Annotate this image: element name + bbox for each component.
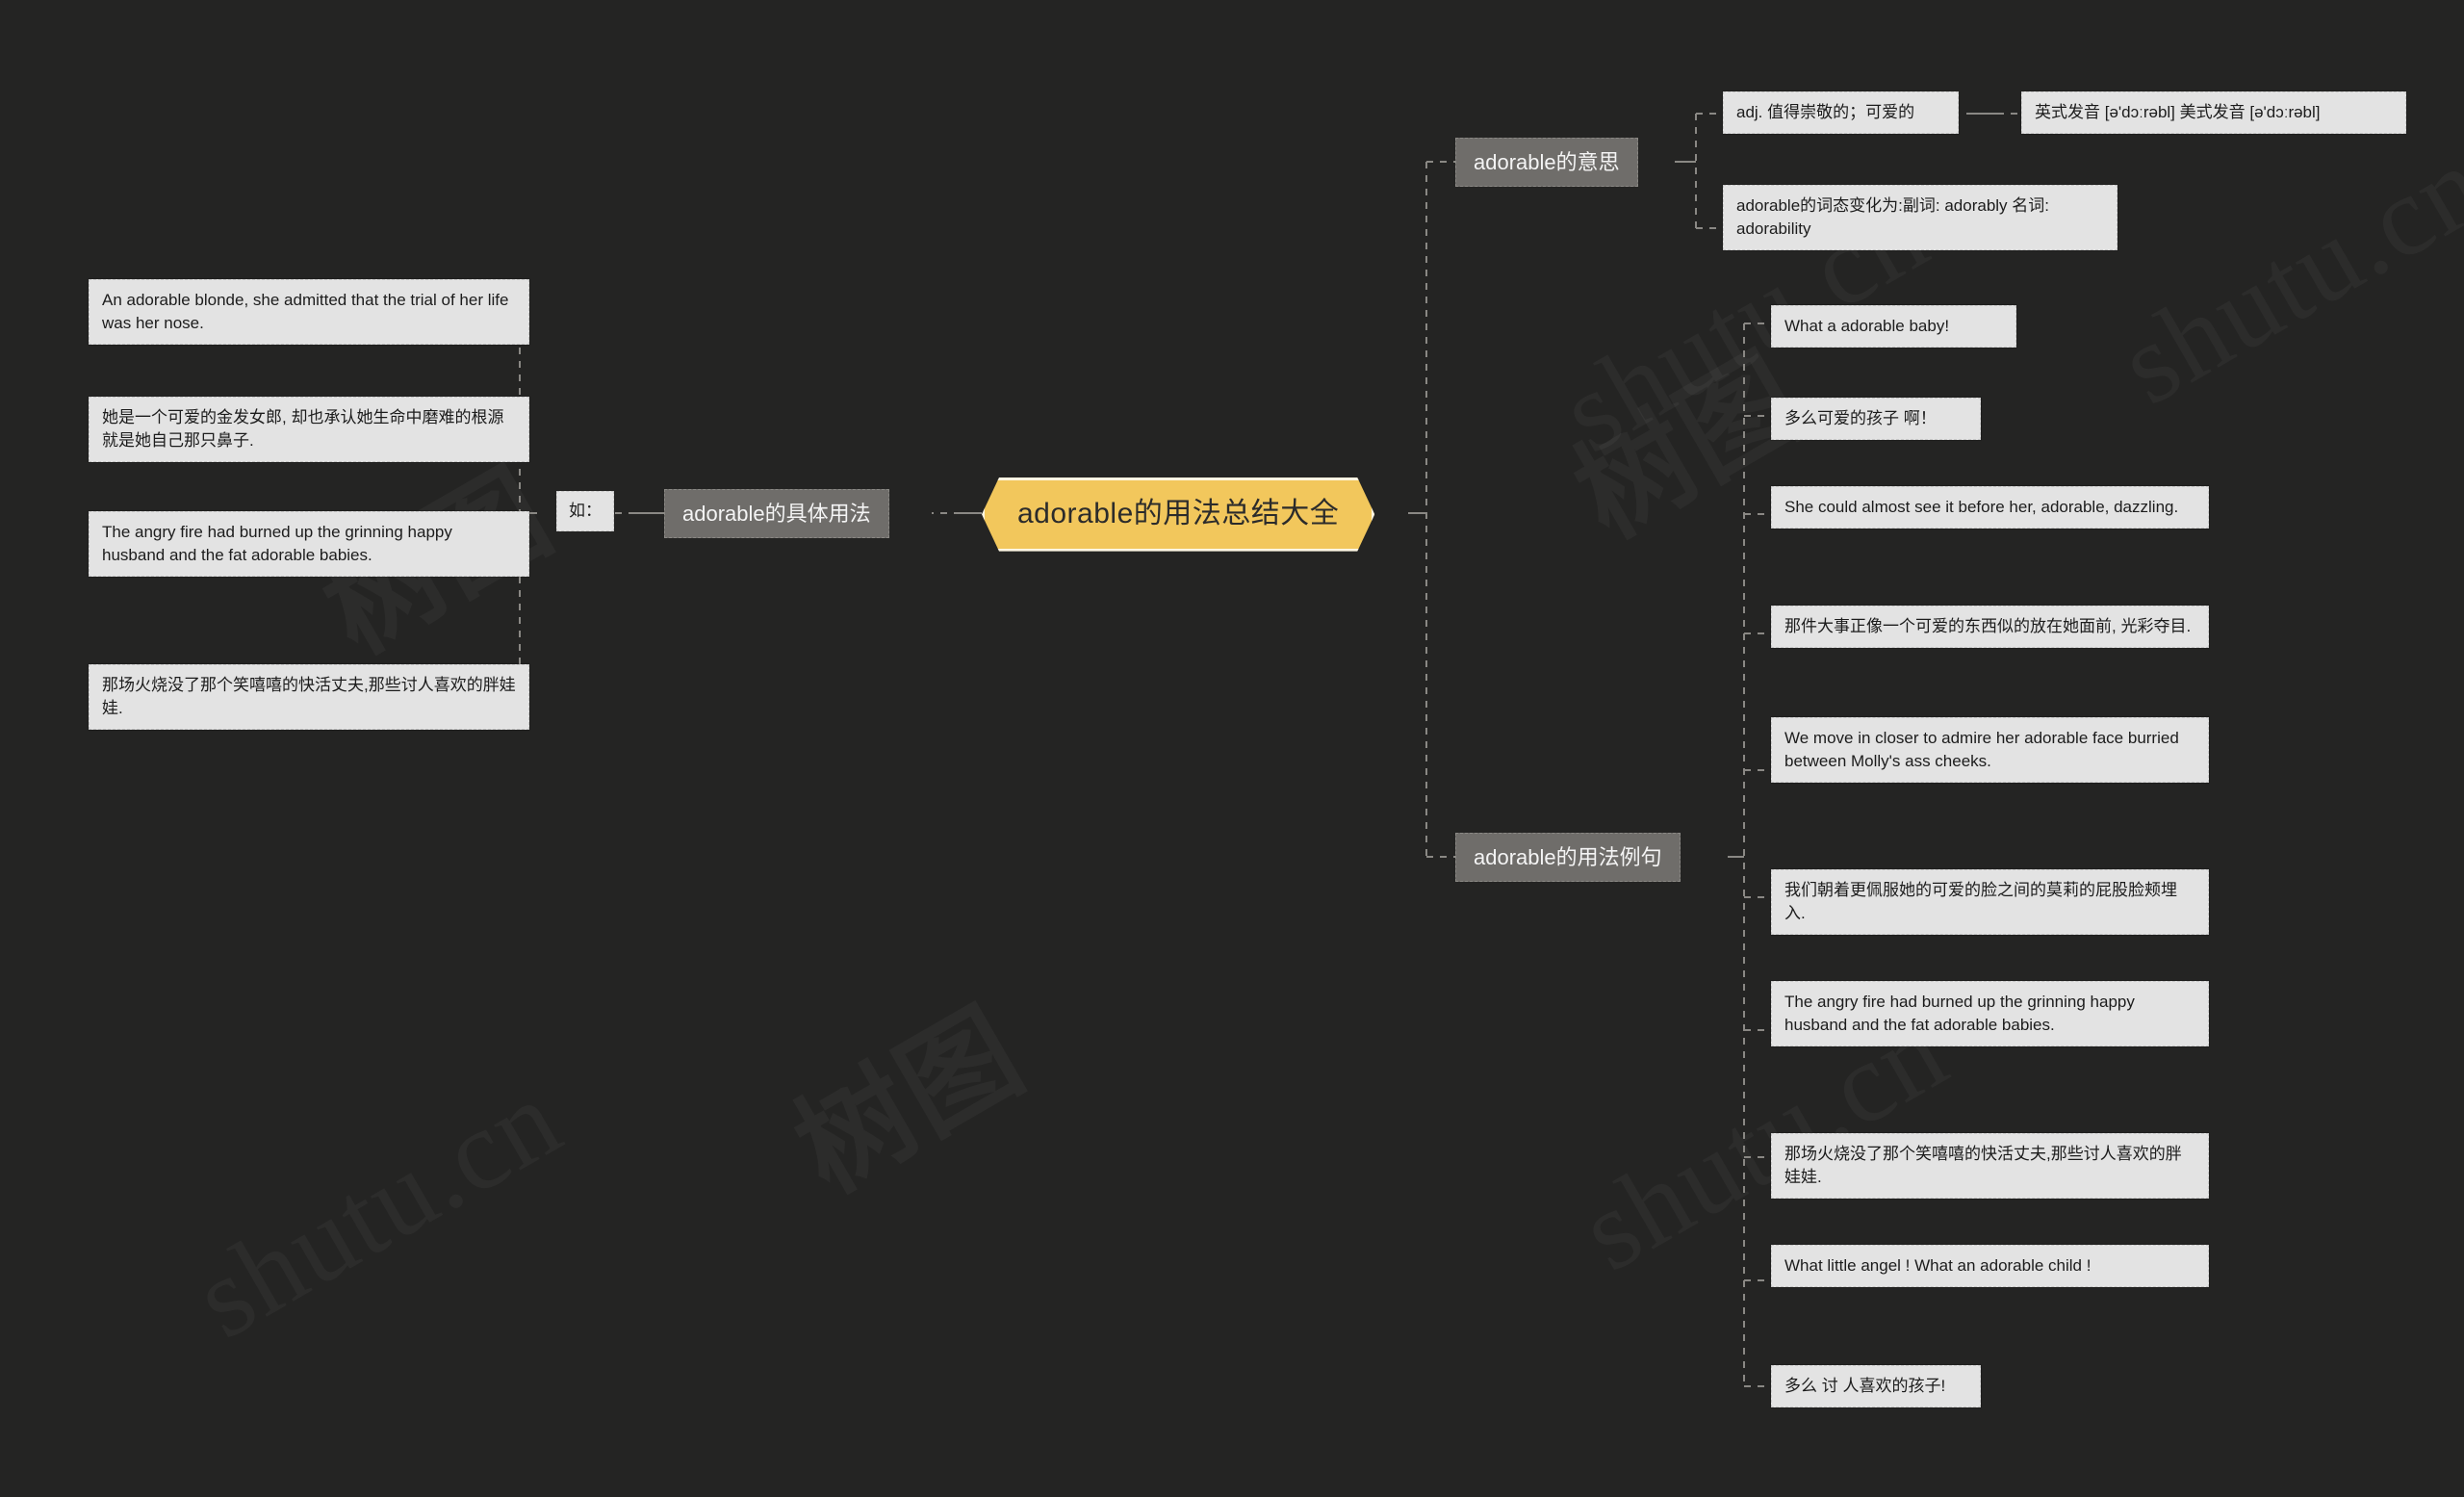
root-node[interactable]: adorable的用法总结大全 [982, 477, 1374, 552]
connector-label-ru: 如： [556, 491, 614, 532]
right-example-8: 那场火烧没了那个笑嘻嘻的快活丈夫,那些讨人喜欢的胖娃娃. [1771, 1133, 2209, 1200]
left-example-4: 那场火烧没了那个笑嘻嘻的快活丈夫,那些讨人喜欢的胖娃娃. [89, 664, 529, 731]
watermark-en: shutu.cn [173, 1053, 582, 1365]
right-example-1: What a adorable baby! [1771, 305, 2016, 348]
left-example-2: 她是一个可爱的金发女郎, 却也承认她生命中磨难的根源就是她自己那只鼻子. [89, 397, 529, 463]
right-example-6: 我们朝着更佩服她的可爱的脸之间的莫莉的屁股脸颊埋入. [1771, 869, 2209, 936]
left-example-1: An adorable blonde, she admitted that th… [89, 279, 529, 346]
right-example-9: What little angel ! What an adorable chi… [1771, 1245, 2209, 1288]
right-example-10: 多么 讨 人喜欢的孩子! [1771, 1365, 1981, 1408]
mindmap-canvas: 树图 树图 shutu.cn shutu.cn shutu.cn shutu.c… [0, 0, 2464, 1497]
watermark-en: shutu.cn [2098, 119, 2464, 431]
branch-node-example-sentences[interactable]: adorable的用法例句 [1455, 833, 1681, 883]
watermark-cn: 树图 [760, 961, 1047, 1224]
branch-node-meaning[interactable]: adorable的意思 [1455, 138, 1638, 188]
right-example-7: The angry fire had burned up the grinnin… [1771, 981, 2209, 1047]
meaning-definition: adj. 值得崇敬的；可爱的 [1723, 91, 1959, 135]
right-example-5: We move in closer to admire her adorable… [1771, 717, 2209, 784]
left-example-3: The angry fire had burned up the grinnin… [89, 511, 529, 578]
right-example-3: She could almost see it before her, ador… [1771, 486, 2209, 529]
meaning-word-forms: adorable的词态变化为:副词: adorably 名词: adorabil… [1723, 185, 2118, 251]
branch-node-specific-usage[interactable]: adorable的具体用法 [664, 489, 889, 539]
right-example-2: 多么可爱的孩子 啊！ [1771, 398, 1981, 441]
meaning-pronunciation: 英式发音 [ə'dɔːrəbl] 美式发音 [ə'dɔːrəbl] [2021, 91, 2406, 135]
right-example-4: 那件大事正像一个可爱的东西似的放在她面前, 光彩夺目. [1771, 606, 2209, 649]
